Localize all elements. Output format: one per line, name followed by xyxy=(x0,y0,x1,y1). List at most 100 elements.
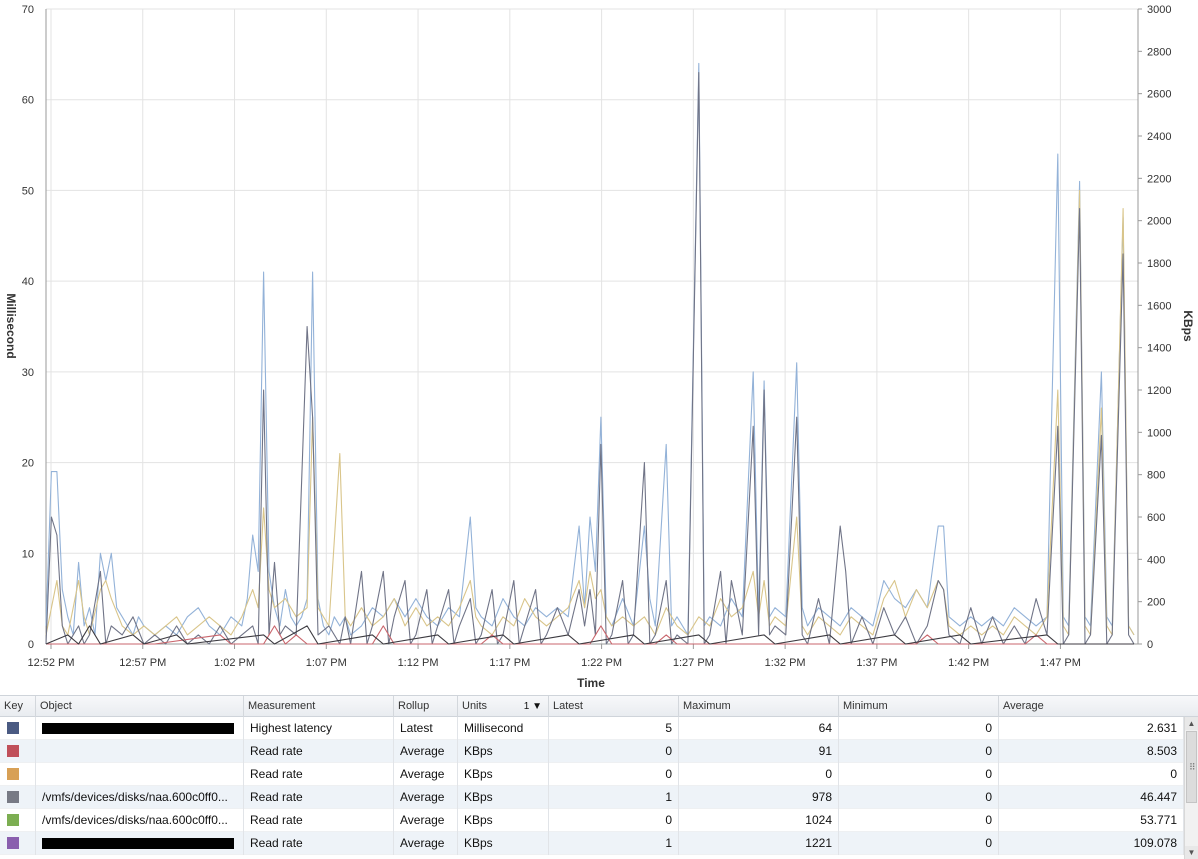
cell-measurement: Read rate xyxy=(244,740,394,763)
x-tick-label: 1:42 PM xyxy=(948,657,989,669)
header-rollup[interactable]: Rollup xyxy=(394,696,458,717)
y-tick-left: 30 xyxy=(22,367,34,379)
y-tick-left: 50 xyxy=(22,185,34,197)
table-row[interactable]: Highest latency Latest Millisecond 5 64 0 2.63… xyxy=(0,717,1184,740)
cell-measurement: Read rate xyxy=(244,809,394,832)
cell-maximum: 91 xyxy=(679,740,839,763)
cell-units: KBps xyxy=(458,740,549,763)
y-tick-right: 3000 xyxy=(1147,4,1171,16)
x-tick-label: 1:22 PM xyxy=(581,657,622,669)
cell-maximum: 0 xyxy=(679,763,839,786)
cell-object: /vmfs/devices/disks/naa.600c0ff0... xyxy=(36,809,244,832)
series-color-swatch xyxy=(7,814,19,826)
cell-maximum: 1024 xyxy=(679,809,839,832)
header-object[interactable]: Object xyxy=(36,696,244,717)
header-key[interactable]: Key xyxy=(0,696,36,717)
header-measurement[interactable]: Measurement xyxy=(244,696,394,717)
object-name: /vmfs/devices/disks/naa.600c0ff0... xyxy=(42,813,228,827)
cell-units: KBps xyxy=(458,809,549,832)
grip-icon: ⠿ xyxy=(1189,762,1196,772)
cell-latest: 0 xyxy=(549,763,679,786)
object-name: /vmfs/devices/disks/naa.600c0ff0... xyxy=(42,790,228,804)
cell-rollup: Average xyxy=(394,832,458,855)
y-tick-right: 400 xyxy=(1147,554,1165,566)
header-minimum[interactable]: Minimum xyxy=(839,696,999,717)
x-tick-label: 1:47 PM xyxy=(1040,657,1081,669)
scroll-up-icon[interactable]: ▲ xyxy=(1185,717,1198,730)
cell-key xyxy=(0,740,36,763)
y-tick-right: 1000 xyxy=(1147,427,1171,439)
y-tick-right: 2000 xyxy=(1147,216,1171,228)
cell-units: KBps xyxy=(458,763,549,786)
y-tick-right: 2800 xyxy=(1147,46,1171,58)
cell-key xyxy=(0,832,36,855)
y-tick-right: 0 xyxy=(1147,639,1153,651)
header-units[interactable]: Units 1 ▼ xyxy=(458,696,549,717)
cell-average: 2.631 xyxy=(999,717,1184,740)
cell-measurement: Read rate xyxy=(244,832,394,855)
cell-latest: 0 xyxy=(549,740,679,763)
scrollbar-thumb[interactable]: ⠿ xyxy=(1186,731,1197,803)
cell-object xyxy=(36,740,244,763)
cell-latest: 1 xyxy=(549,786,679,809)
x-tick-label: 1:32 PM xyxy=(765,657,806,669)
cell-key xyxy=(0,809,36,832)
x-tick-label: 1:02 PM xyxy=(214,657,255,669)
cell-measurement: Read rate xyxy=(244,763,394,786)
y-tick-right: 1200 xyxy=(1147,385,1171,397)
cell-rollup: Average xyxy=(394,740,458,763)
cell-rollup: Average xyxy=(394,809,458,832)
cell-key xyxy=(0,763,36,786)
y-tick-left: 20 xyxy=(22,458,34,470)
series-color-swatch xyxy=(7,791,19,803)
x-tick-label: 1:37 PM xyxy=(856,657,897,669)
cell-maximum: 978 xyxy=(679,786,839,809)
sort-descending-icon: 1 ▼ xyxy=(523,701,542,712)
table-row[interactable]: Read rate Average KBps 0 91 0 8.503 xyxy=(0,740,1184,763)
cell-latest: 0 xyxy=(549,809,679,832)
y-tick-right: 2200 xyxy=(1147,173,1171,185)
series-color-swatch xyxy=(7,768,19,780)
y-tick-right: 200 xyxy=(1147,597,1165,609)
series-color-swatch xyxy=(7,722,19,734)
cell-minimum: 0 xyxy=(839,717,999,740)
y-tick-left: 40 xyxy=(22,276,34,288)
series-line-0 xyxy=(45,62,1135,636)
table-row[interactable]: /vmfs/devices/disks/naa.600c0ff0... Read … xyxy=(0,786,1184,809)
scroll-down-icon[interactable]: ▼ xyxy=(1185,846,1198,859)
cell-average: 8.503 xyxy=(999,740,1184,763)
x-tick-label: 1:12 PM xyxy=(398,657,439,669)
table-header: Key Object Measurement Rollup Units 1 ▼ … xyxy=(0,695,1198,717)
series-line-2 xyxy=(45,71,1135,645)
cell-key xyxy=(0,717,36,740)
cell-minimum: 0 xyxy=(839,740,999,763)
cell-minimum: 0 xyxy=(839,763,999,786)
y-tick-right: 2600 xyxy=(1147,89,1171,101)
y-tick-left: 70 xyxy=(22,4,34,16)
x-tick-label: 1:27 PM xyxy=(673,657,714,669)
header-average[interactable]: Average xyxy=(999,696,1198,717)
cell-units: Millisecond xyxy=(458,717,549,740)
y-tick-right: 2400 xyxy=(1147,131,1171,143)
series-color-swatch xyxy=(7,745,19,757)
cell-latest: 5 xyxy=(549,717,679,740)
cell-measurement: Highest latency xyxy=(244,717,394,740)
table-row[interactable]: /vmfs/devices/disks/naa.600c0ff0... Read … xyxy=(0,809,1184,832)
x-axis-label: Time xyxy=(577,676,605,690)
cell-units: KBps xyxy=(458,832,549,855)
y-tick-right: 1600 xyxy=(1147,300,1171,312)
redacted-object-name xyxy=(42,838,234,849)
series-line-1 xyxy=(45,189,1135,636)
table-row[interactable]: Read rate Average KBps 0 0 0 0 xyxy=(0,763,1184,786)
cell-average: 0 xyxy=(999,763,1184,786)
performance-chart: 0 10 20 30 40 50 60 70 0 200 400 600 800 1000 1200 1400… xyxy=(4,4,1195,690)
counter-table: Key Object Measurement Rollup Units 1 ▼ … xyxy=(0,695,1198,859)
header-maximum[interactable]: Maximum xyxy=(679,696,839,717)
cell-rollup: Average xyxy=(394,763,458,786)
header-latest[interactable]: Latest xyxy=(549,696,679,717)
vertical-scrollbar[interactable]: ▲ ⠿ ▼ xyxy=(1184,717,1198,859)
cell-units: KBps xyxy=(458,786,549,809)
cell-maximum: 1221 xyxy=(679,832,839,855)
x-tick-label: 1:17 PM xyxy=(489,657,530,669)
table-row[interactable]: Read rate Average KBps 1 1221 0 109.078 xyxy=(0,832,1184,855)
